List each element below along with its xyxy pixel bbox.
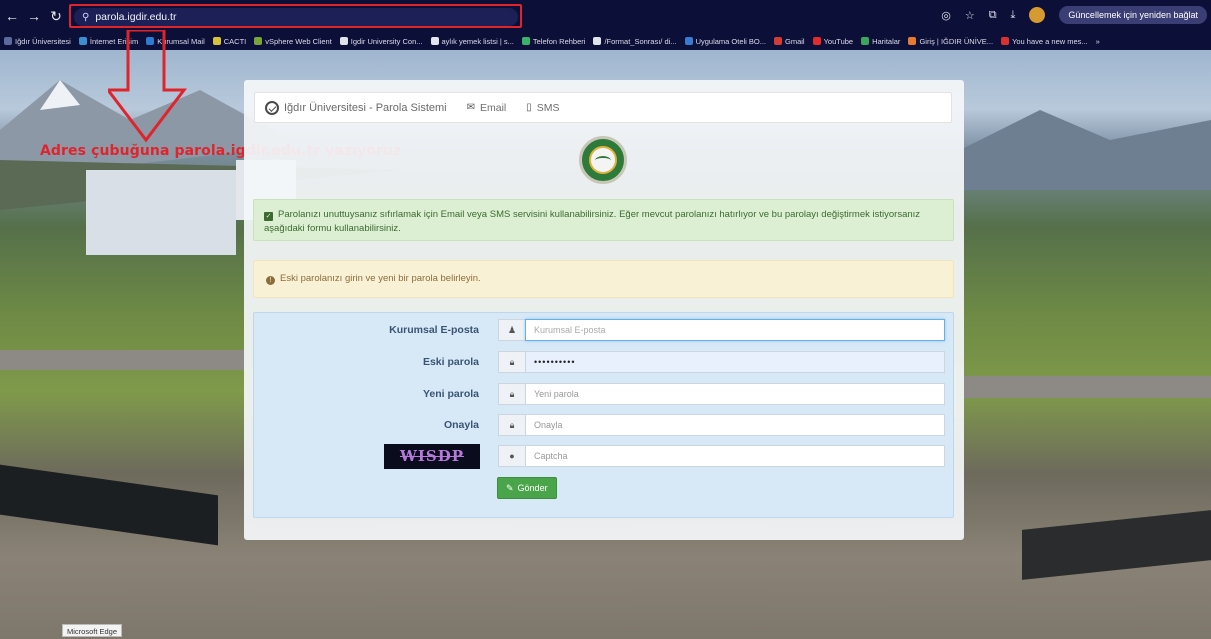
forward-arrow-icon[interactable]: → — [24, 6, 44, 26]
user-icon: ♟ — [498, 319, 525, 341]
reading-mode-icon[interactable]: ◎ — [941, 9, 951, 22]
globe-icon — [593, 37, 602, 45]
status-bar-text: Microsoft Edge — [62, 624, 123, 637]
captcha-field[interactable]: Captcha — [525, 445, 945, 467]
submit-button[interactable]: ✎ Gönder — [497, 477, 557, 499]
bookmark-item[interactable]: /Format_Sonrası/ di... — [593, 37, 677, 46]
phone-icon — [521, 37, 530, 45]
check-square-icon: ✓ — [264, 212, 273, 221]
road-left — [0, 350, 244, 370]
top-navbar: Iğdır Üniversitesi - Parola Sistemi ✉ Em… — [254, 92, 952, 123]
form-row-email: Kurumsal E-posta ♟ Kurumsal E-posta — [254, 319, 955, 341]
brand-link[interactable]: Iğdır Üniversitesi - Parola Sistemi — [265, 100, 447, 115]
bookmark-item[interactable]: Igdir University Con... — [339, 37, 423, 46]
building-left — [86, 170, 236, 255]
captcha-image: WISDP — [384, 443, 480, 469]
email-label: Kurumsal E-posta — [389, 324, 479, 336]
envelope-icon: ✉ — [466, 102, 475, 113]
nav-email-link[interactable]: ✉ Email — [467, 102, 507, 114]
bookmark-item[interactable]: Uygulama Oteli BO... — [684, 37, 766, 46]
nav-sms-link[interactable]: ▯ SMS — [526, 102, 559, 114]
form-row-new-password: Yeni parola 🔒︎ Yeni parola — [254, 383, 955, 405]
mail-icon — [1001, 37, 1010, 45]
app-icon — [684, 37, 693, 45]
cacti-icon — [212, 37, 221, 45]
download-icon[interactable]: ⤓ — [1011, 9, 1016, 22]
login-icon — [908, 37, 917, 45]
bookmark-item[interactable]: You have a new mes... — [1001, 37, 1088, 46]
web-icon — [78, 37, 87, 45]
annotation-arrow — [108, 30, 188, 143]
youtube-icon — [812, 37, 821, 45]
bookmark-item[interactable]: YouTube — [812, 37, 853, 46]
toolbar-right: ◎ ☆ ⧉ ⤓ Güncellemek için yeniden bağlat — [941, 6, 1207, 24]
confirm-password-field[interactable]: Onayla — [525, 414, 945, 436]
form-row-captcha: WISDP ● Captcha — [254, 443, 955, 469]
password-change-form: Kurumsal E-posta ♟ Kurumsal E-posta Eski… — [253, 312, 954, 518]
bookmark-item[interactable]: CACTI — [212, 37, 246, 46]
bookmark-item[interactable]: aylık yemek listsi | s... — [430, 37, 514, 46]
exclamation-circle-icon: ! — [266, 276, 275, 285]
globe-icon — [339, 37, 348, 45]
favorite-star-icon[interactable]: ☆ — [965, 9, 975, 22]
logo-emblem — [589, 146, 617, 174]
update-button[interactable]: Güncellemek için yeniden bağlat — [1059, 6, 1207, 24]
new-password-label: Yeni parola — [422, 388, 479, 400]
folder-icon — [4, 37, 12, 45]
password-card: Iğdır Üniversitesi - Parola Sistemi ✉ Em… — [244, 80, 964, 540]
gmail-icon — [774, 37, 783, 45]
bookmark-item[interactable]: vSphere Web Client — [254, 37, 332, 46]
globe-icon — [430, 37, 439, 45]
university-sign-right — [1022, 510, 1211, 580]
old-password-label: Eski parola — [422, 356, 479, 368]
lock-icon: 🔒︎ — [498, 351, 525, 373]
form-row-old-password: Eski parola 🔒︎ •••••••••• — [254, 351, 955, 373]
bookmark-item[interactable]: Iğdır Üniversitesi — [4, 37, 71, 46]
profile-avatar[interactable] — [1029, 7, 1046, 23]
captcha-icon: ● — [498, 445, 525, 467]
lock-icon: 🔒︎ — [498, 383, 525, 405]
mobile-icon: ▯ — [526, 102, 532, 113]
road-right — [964, 376, 1211, 398]
more-bookmarks-icon[interactable]: » — [1096, 37, 1100, 46]
confirm-label: Onayla — [443, 419, 479, 431]
edit-icon: ✎ — [506, 482, 514, 493]
info-alert-success: ✓ Parolanızı unuttuysanız sıfırlamak için… — [253, 199, 954, 241]
university-sign-left — [0, 464, 218, 546]
old-password-field[interactable]: •••••••••• — [525, 351, 945, 373]
bookmark-item[interactable]: Haritalar — [861, 37, 900, 46]
lock-icon: 🔒︎ — [498, 414, 525, 436]
extensions-icon[interactable]: ⧉ — [989, 9, 997, 22]
reload-icon[interactable]: ↻ — [46, 6, 66, 26]
info-alert-warning: ! Eski parolanızı girin ve yeni bir parol… — [253, 260, 954, 298]
back-arrow-icon[interactable]: ← — [2, 6, 22, 26]
university-logo — [579, 136, 627, 184]
maps-icon — [861, 37, 870, 45]
email-field[interactable]: Kurumsal E-posta — [525, 319, 945, 341]
new-password-field[interactable]: Yeni parola — [525, 383, 945, 405]
address-bar-highlight-box — [69, 4, 522, 28]
vsphere-icon — [254, 37, 263, 45]
bookmark-item[interactable]: Giriş | IĞDIR ÜNİVE... — [908, 37, 993, 46]
form-row-confirm: Onayla 🔒︎ Onayla — [254, 414, 955, 436]
bookmark-item[interactable]: Telefon Rehberi — [521, 37, 585, 46]
bookmark-item[interactable]: Gmail — [774, 37, 805, 46]
check-circle-icon — [265, 100, 279, 115]
